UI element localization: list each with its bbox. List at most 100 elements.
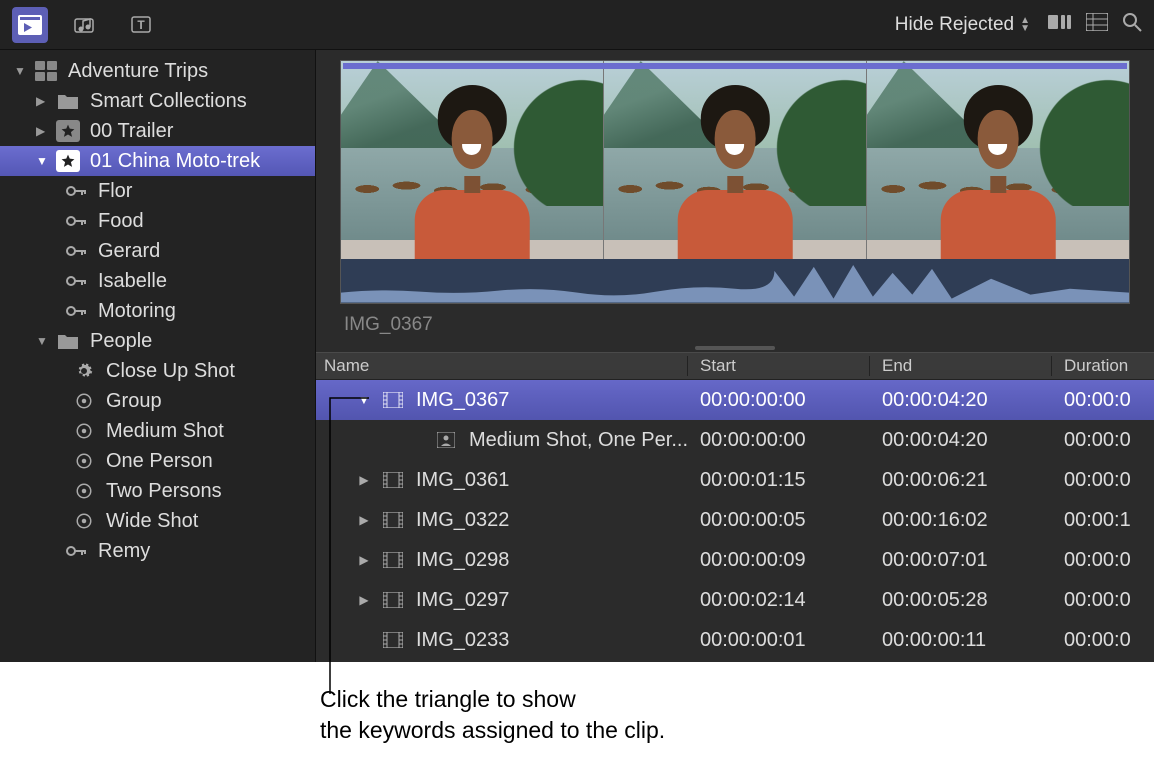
clip-row[interactable]: Medium Shot, One Per...00:00:00:0000:00:… — [316, 420, 1154, 460]
filmstrip-clip[interactable] — [340, 60, 1130, 304]
smart-collections-row[interactable]: ▶ Smart Collections — [0, 86, 315, 116]
caption-line-2: the keywords assigned to the clip. — [320, 715, 1154, 746]
event-china-row[interactable]: ▼ 01 China Moto-trek — [0, 146, 315, 176]
chevron-right-icon: ▶ — [36, 94, 50, 108]
help-caption: Click the triangle to show the keywords … — [0, 662, 1154, 746]
chevron-down-icon: ▼ — [36, 154, 50, 168]
clip-name: IMG_0233 — [416, 629, 509, 652]
sidebar-item-label: Remy — [98, 540, 150, 563]
folder-icon — [56, 90, 80, 112]
key-icon — [64, 210, 88, 232]
clip-row[interactable]: ▶IMG_029700:00:02:1400:00:05:2800:00:0 — [316, 580, 1154, 620]
media-browser-button[interactable] — [12, 7, 48, 43]
film-icon — [382, 631, 404, 649]
clip-duration: 00:00:0 — [1052, 549, 1154, 572]
gear-icon — [72, 390, 96, 412]
film-icon — [382, 511, 404, 529]
smart-oneperson[interactable]: One Person — [0, 446, 315, 476]
smart-medium[interactable]: Medium Shot — [0, 416, 315, 446]
clip-duration: 00:00:0 — [1052, 389, 1154, 412]
event-icon — [56, 150, 80, 172]
clip-end: 00:00:07:01 — [870, 549, 1052, 572]
smart-closeup[interactable]: Close Up Shot — [0, 356, 315, 386]
sidebar-item-label: One Person — [106, 450, 213, 473]
pane-resize-handle[interactable] — [695, 346, 775, 350]
clip-duration: 00:00:0 — [1052, 429, 1154, 452]
disclosure-triangle[interactable]: ▶ — [356, 553, 372, 567]
film-icon — [382, 551, 404, 569]
clip-row[interactable]: ▶IMG_032200:00:00:0500:00:16:0200:00:1 — [316, 500, 1154, 540]
sidebar-item-label: Motoring — [98, 300, 176, 323]
event-trailer-row[interactable]: ▶ 00 Trailer — [0, 116, 315, 146]
clip-name: IMG_0297 — [416, 589, 509, 612]
disclosure-triangle[interactable]: ▼ — [356, 393, 372, 407]
column-duration[interactable]: Duration — [1052, 356, 1154, 376]
clip-duration: 00:00:1 — [1052, 509, 1154, 532]
key-icon — [64, 270, 88, 292]
gear-icon — [72, 450, 96, 472]
key-icon — [64, 240, 88, 262]
clip-name-label: IMG_0367 — [316, 304, 1154, 346]
filter-popup[interactable]: Hide Rejected ▲▼ — [895, 14, 1030, 36]
search-button[interactable] — [1122, 12, 1142, 37]
sidebar-item-label: Two Persons — [106, 480, 222, 503]
audio-browser-button[interactable] — [68, 7, 104, 43]
person-icon — [436, 431, 457, 449]
gear-icon — [72, 420, 96, 442]
smart-wideshot[interactable]: Wide Shot — [0, 506, 315, 536]
disclosure-triangle[interactable]: ▶ — [356, 473, 372, 487]
disclosure-triangle[interactable]: ▶ — [356, 593, 372, 607]
clip-row[interactable]: ▶IMG_017800:00:00:1100:00:07:24 — [316, 660, 1154, 662]
clip-row[interactable]: ▼IMG_036700:00:00:0000:00:04:2000:00:0 — [316, 380, 1154, 420]
keyword-gerard[interactable]: Gerard — [0, 236, 315, 266]
list-header: Name Start End Duration — [316, 352, 1154, 380]
clip-end: 00:00:06:21 — [870, 469, 1052, 492]
keyword-remy[interactable]: Remy — [0, 536, 315, 566]
keyword-motoring[interactable]: Motoring — [0, 296, 315, 326]
event-icon — [56, 120, 80, 142]
clip-row[interactable]: IMG_023300:00:00:0100:00:00:1100:00:0 — [316, 620, 1154, 660]
gear-icon — [72, 480, 96, 502]
sidebar-item-label: Medium Shot — [106, 420, 224, 443]
clip-row[interactable]: ▶IMG_029800:00:00:0900:00:07:0100:00:0 — [316, 540, 1154, 580]
clip-row[interactable]: ▶IMG_036100:00:01:1500:00:06:2100:00:0 — [316, 460, 1154, 500]
smart-twopersons[interactable]: Two Persons — [0, 476, 315, 506]
titles-browser-button[interactable]: T — [124, 7, 160, 43]
sidebar-item-label: 01 China Moto-trek — [90, 150, 260, 173]
smart-group[interactable]: Group — [0, 386, 315, 416]
clip-list: ▼IMG_036700:00:00:0000:00:04:2000:00:0Me… — [316, 380, 1154, 662]
sidebar: ▼ Adventure Trips ▶ Smart Collections ▶ … — [0, 50, 316, 662]
sidebar-item-label: Flor — [98, 180, 132, 203]
library-row[interactable]: ▼ Adventure Trips — [0, 56, 315, 86]
column-end[interactable]: End — [870, 356, 1052, 376]
sidebar-item-label: Close Up Shot — [106, 360, 235, 383]
clip-start: 00:00:00:09 — [688, 549, 870, 572]
caption-line-1: Click the triangle to show — [320, 684, 1154, 715]
updown-icon: ▲▼ — [1020, 17, 1030, 33]
clip-name: IMG_0322 — [416, 509, 509, 532]
keyword-food[interactable]: Food — [0, 206, 315, 236]
column-start[interactable]: Start — [688, 356, 870, 376]
people-folder-row[interactable]: ▼ People — [0, 326, 315, 356]
clip-name: Medium Shot, One Per... — [469, 429, 688, 452]
library-icon — [34, 60, 58, 82]
library-name: Adventure Trips — [68, 60, 208, 83]
clip-end: 00:00:04:20 — [870, 429, 1052, 452]
key-icon — [64, 540, 88, 562]
keyword-flor[interactable]: Flor — [0, 176, 315, 206]
sidebar-item-label: Food — [98, 210, 144, 233]
clip-duration: 00:00:0 — [1052, 629, 1154, 652]
clip-end: 00:00:05:28 — [870, 589, 1052, 612]
clip-start: 00:00:00:00 — [688, 389, 870, 412]
sidebar-item-label: People — [90, 330, 152, 353]
sidebar-item-label: Group — [106, 390, 162, 413]
gear-icon — [72, 510, 96, 532]
clip-start: 00:00:02:14 — [688, 589, 870, 612]
keyword-isabelle[interactable]: Isabelle — [0, 266, 315, 296]
list-view-button[interactable] — [1086, 13, 1108, 36]
clip-appearance-button[interactable] — [1048, 13, 1072, 36]
disclosure-triangle[interactable]: ▶ — [356, 513, 372, 527]
clip-end: 00:00:04:20 — [870, 389, 1052, 412]
key-icon — [64, 300, 88, 322]
column-name[interactable]: Name — [316, 356, 688, 376]
